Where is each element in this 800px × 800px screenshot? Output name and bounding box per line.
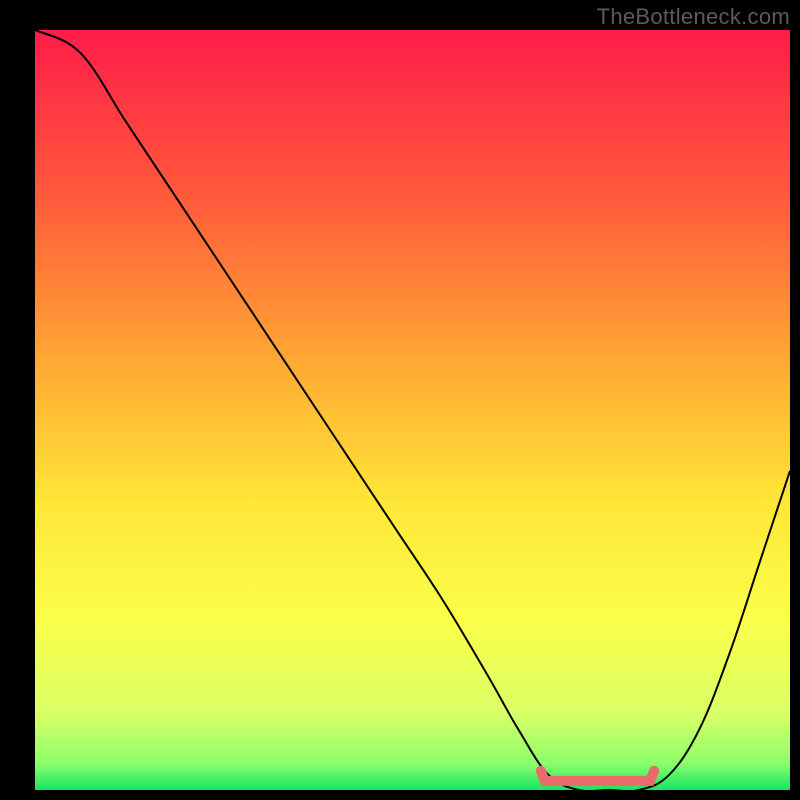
gradient-background [35,30,790,790]
bottleneck-chart [0,0,800,800]
chart-container: TheBottleneck.com [0,0,800,800]
watermark-text: TheBottleneck.com [597,4,790,30]
